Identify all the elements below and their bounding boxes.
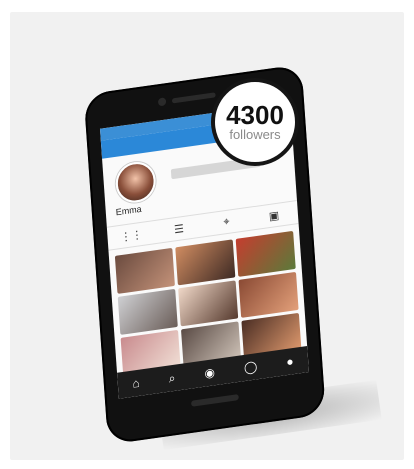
home-icon[interactable]: ⌂ (132, 376, 140, 391)
grid-icon[interactable]: ⋮⋮ (120, 227, 143, 244)
activity-icon[interactable]: ◯ (243, 359, 257, 375)
photo-thumbnail[interactable] (235, 230, 296, 277)
tagged-icon[interactable]: ▣ (265, 207, 284, 224)
photo-thumbnail[interactable] (117, 288, 178, 335)
location-icon[interactable]: ⌖ (217, 214, 236, 231)
camera-icon[interactable]: ◉ (204, 365, 215, 380)
photo-thumbnail[interactable] (175, 239, 236, 286)
followers-label: followers (229, 127, 281, 142)
speaker-grill (171, 92, 216, 104)
front-camera-icon (157, 97, 167, 107)
photo-thumbnail[interactable] (178, 280, 239, 327)
avatar[interactable] (114, 159, 157, 206)
list-icon[interactable]: ☰ (170, 220, 189, 237)
photo-thumbnail[interactable] (238, 271, 299, 318)
illustration-stage: Emma ⋮⋮ ☰ ⌖ ▣ ⌂ ⌕ ◉ ◯ ● 4300 followers (0, 0, 414, 469)
search-icon[interactable]: ⌕ (168, 370, 176, 386)
followers-badge: 4300 followers (211, 78, 299, 166)
photo-thumbnail[interactable] (114, 247, 175, 294)
profile-icon[interactable]: ● (286, 354, 294, 369)
followers-count: 4300 (226, 100, 284, 130)
username-label: Emma (115, 203, 142, 218)
home-button[interactable] (190, 394, 239, 407)
